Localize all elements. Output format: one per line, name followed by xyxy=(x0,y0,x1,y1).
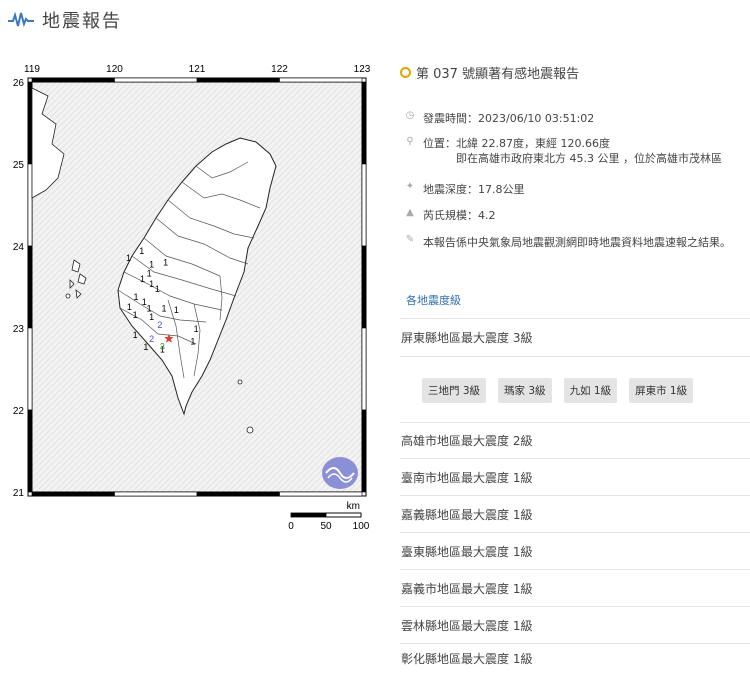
region-row[interactable]: 彰化縣地區最大震度 1級 xyxy=(400,643,750,673)
region-row[interactable]: 臺東縣地區最大震度 1級 xyxy=(400,532,750,569)
region-row-label: 屏東縣地區最大震度 3級 xyxy=(401,331,533,345)
region-row-label: 嘉義市地區最大震度 1級 xyxy=(401,581,533,596)
station-chips: 三地門 3級 瑪家 3級 九如 1級 屏東市 1級 xyxy=(422,378,694,403)
lat-tick-label: 26 xyxy=(13,78,25,89)
time-text: 發震時間：2023/06/10 03:51:02 xyxy=(423,112,595,125)
region-row-pingtung[interactable]: 屏東縣地區最大震度 3級 xyxy=(400,318,750,356)
lon-tick-label: 119 xyxy=(24,64,40,75)
intensity-mark: 1 xyxy=(143,342,148,352)
cwb-logo xyxy=(322,457,358,489)
intensity-mark: 1 xyxy=(133,310,138,320)
status-dot-icon xyxy=(400,66,411,78)
intensity-mark: 1 xyxy=(133,292,138,302)
scale-unit: km xyxy=(347,501,360,512)
lat-tick-label: 21 xyxy=(13,488,25,499)
info-depth: ✦ 地震深度：17.8公里 xyxy=(404,181,525,197)
magnitude-text: 芮氏規模：4.2 xyxy=(423,209,496,222)
intensity-map: 119 120 121 122 123 26 25 24 23 22 21 11111111111… xyxy=(8,58,384,538)
lon-tick-label: 123 xyxy=(354,64,371,75)
intensity-mark: 1 xyxy=(126,253,131,263)
intensity-mark: 1 xyxy=(133,330,138,340)
intensity-mark: 1 xyxy=(174,305,179,315)
region-row[interactable]: 臺南市地區最大震度 1級 xyxy=(400,458,750,495)
location-text: 位置：北緯 22.87度，東經 120.66度 xyxy=(423,137,610,150)
seismograph-icon xyxy=(8,12,34,28)
intensity-mark: 1 xyxy=(140,274,145,284)
station-chip[interactable]: 瑪家 3級 xyxy=(498,378,552,403)
intensity-mark: 2 xyxy=(149,334,154,344)
intensity-mark: 1 xyxy=(147,268,152,278)
region-row-label: 高雄市地區最大震度 2級 xyxy=(401,434,533,448)
region-row-label: 臺東縣地區最大震度 1級 xyxy=(401,544,533,559)
intensity-mark: 1 xyxy=(194,324,199,334)
region-row-label: 臺南市地區最大震度 1級 xyxy=(401,470,533,485)
scale-label: 0 xyxy=(288,521,294,532)
station-chip[interactable]: 九如 1級 xyxy=(563,378,618,403)
lat-tick-label: 25 xyxy=(13,160,25,171)
intensity-mark: 1 xyxy=(190,336,195,346)
info-magnitude: ▲ 芮氏規模：4.2 xyxy=(404,207,496,223)
report-title: 第 037 號顯著有感地震報告 xyxy=(400,60,750,84)
station-chip[interactable]: 屏東市 1級 xyxy=(629,378,694,403)
report-panel: 第 037 號顯著有感地震報告 ◷ 發震時間：2023/06/10 03:51:… xyxy=(400,60,750,666)
intensity-mark: 1 xyxy=(149,312,154,322)
page-header: 地震報告 xyxy=(8,6,122,34)
lat-tick-label: 24 xyxy=(13,242,25,253)
region-row[interactable]: 雲林縣地區最大震度 1級 xyxy=(400,606,750,643)
page-title: 地震報告 xyxy=(42,11,122,32)
station-chip[interactable]: 三地門 3級 xyxy=(422,378,487,403)
intensity-mark: 2 xyxy=(157,320,162,330)
intensity-mark: 1 xyxy=(163,258,168,268)
location-pin-icon: ⚲ xyxy=(406,136,414,147)
map-svg: 119 120 121 122 123 262524232221 111 111 1 11 11… xyxy=(13,64,371,532)
region-row-label: 彰化縣地區最大震度 1級 xyxy=(401,652,533,666)
scale-bar: km 0 50 100 xyxy=(288,501,370,532)
region-row[interactable]: 高雄市地區最大震度 2級 xyxy=(400,422,750,458)
location-detail-text: 即在高雄市政府東北方 45.3 公里 ，位於高雄市茂林區 xyxy=(456,152,722,165)
intensity-section-title: 各地震度級 xyxy=(406,294,461,307)
intensity-mark: 1 xyxy=(149,279,154,289)
info-note: ✎ 本報告係中央氣象局地震觀測網即時地震資料地震速報之結果。 xyxy=(404,234,731,250)
info-location: ⚲ 位置：北緯 22.87度，東經 120.66度 即在高雄市政府東北方 45.… xyxy=(404,136,722,166)
intensity-mark: 1 xyxy=(127,302,132,312)
lat-tick-label: 22 xyxy=(13,406,25,417)
note-text: 本報告係中央氣象局地震觀測網即時地震資料地震速報之結果。 xyxy=(423,236,731,249)
lon-tick-label: 121 xyxy=(189,64,206,75)
intensity-mark: 1 xyxy=(139,246,144,256)
pencil-icon: ✎ xyxy=(405,234,415,245)
region-row[interactable]: 嘉義縣地區最大震度 1級 xyxy=(400,495,750,532)
lon-tick-label: 122 xyxy=(271,64,288,75)
scale-label: 50 xyxy=(320,521,332,532)
intensity-mark: 1 xyxy=(155,284,160,294)
lon-tick-label: 120 xyxy=(106,64,123,75)
scale-label: 100 xyxy=(353,521,370,532)
intensity-mark: 3 xyxy=(160,341,165,351)
report-title-text: 第 037 號顯著有感地震報告 xyxy=(416,66,580,82)
region-row-label: 嘉義縣地區最大震度 1級 xyxy=(401,507,533,522)
region-row-label: 雲林縣地區最大震度 1級 xyxy=(401,618,533,633)
intensity-mark: 1 xyxy=(161,304,166,314)
lat-tick-label: 23 xyxy=(13,324,25,335)
region-row[interactable]: 嘉義市地區最大震度 1級 xyxy=(400,569,750,606)
magnitude-icon: ▲ xyxy=(406,207,414,218)
depth-icon: ✦ xyxy=(405,181,415,192)
depth-text: 地震深度：17.8公里 xyxy=(423,183,525,196)
clock-icon: ◷ xyxy=(405,110,415,121)
info-time: ◷ 發震時間：2023/06/10 03:51:02 xyxy=(404,110,595,126)
